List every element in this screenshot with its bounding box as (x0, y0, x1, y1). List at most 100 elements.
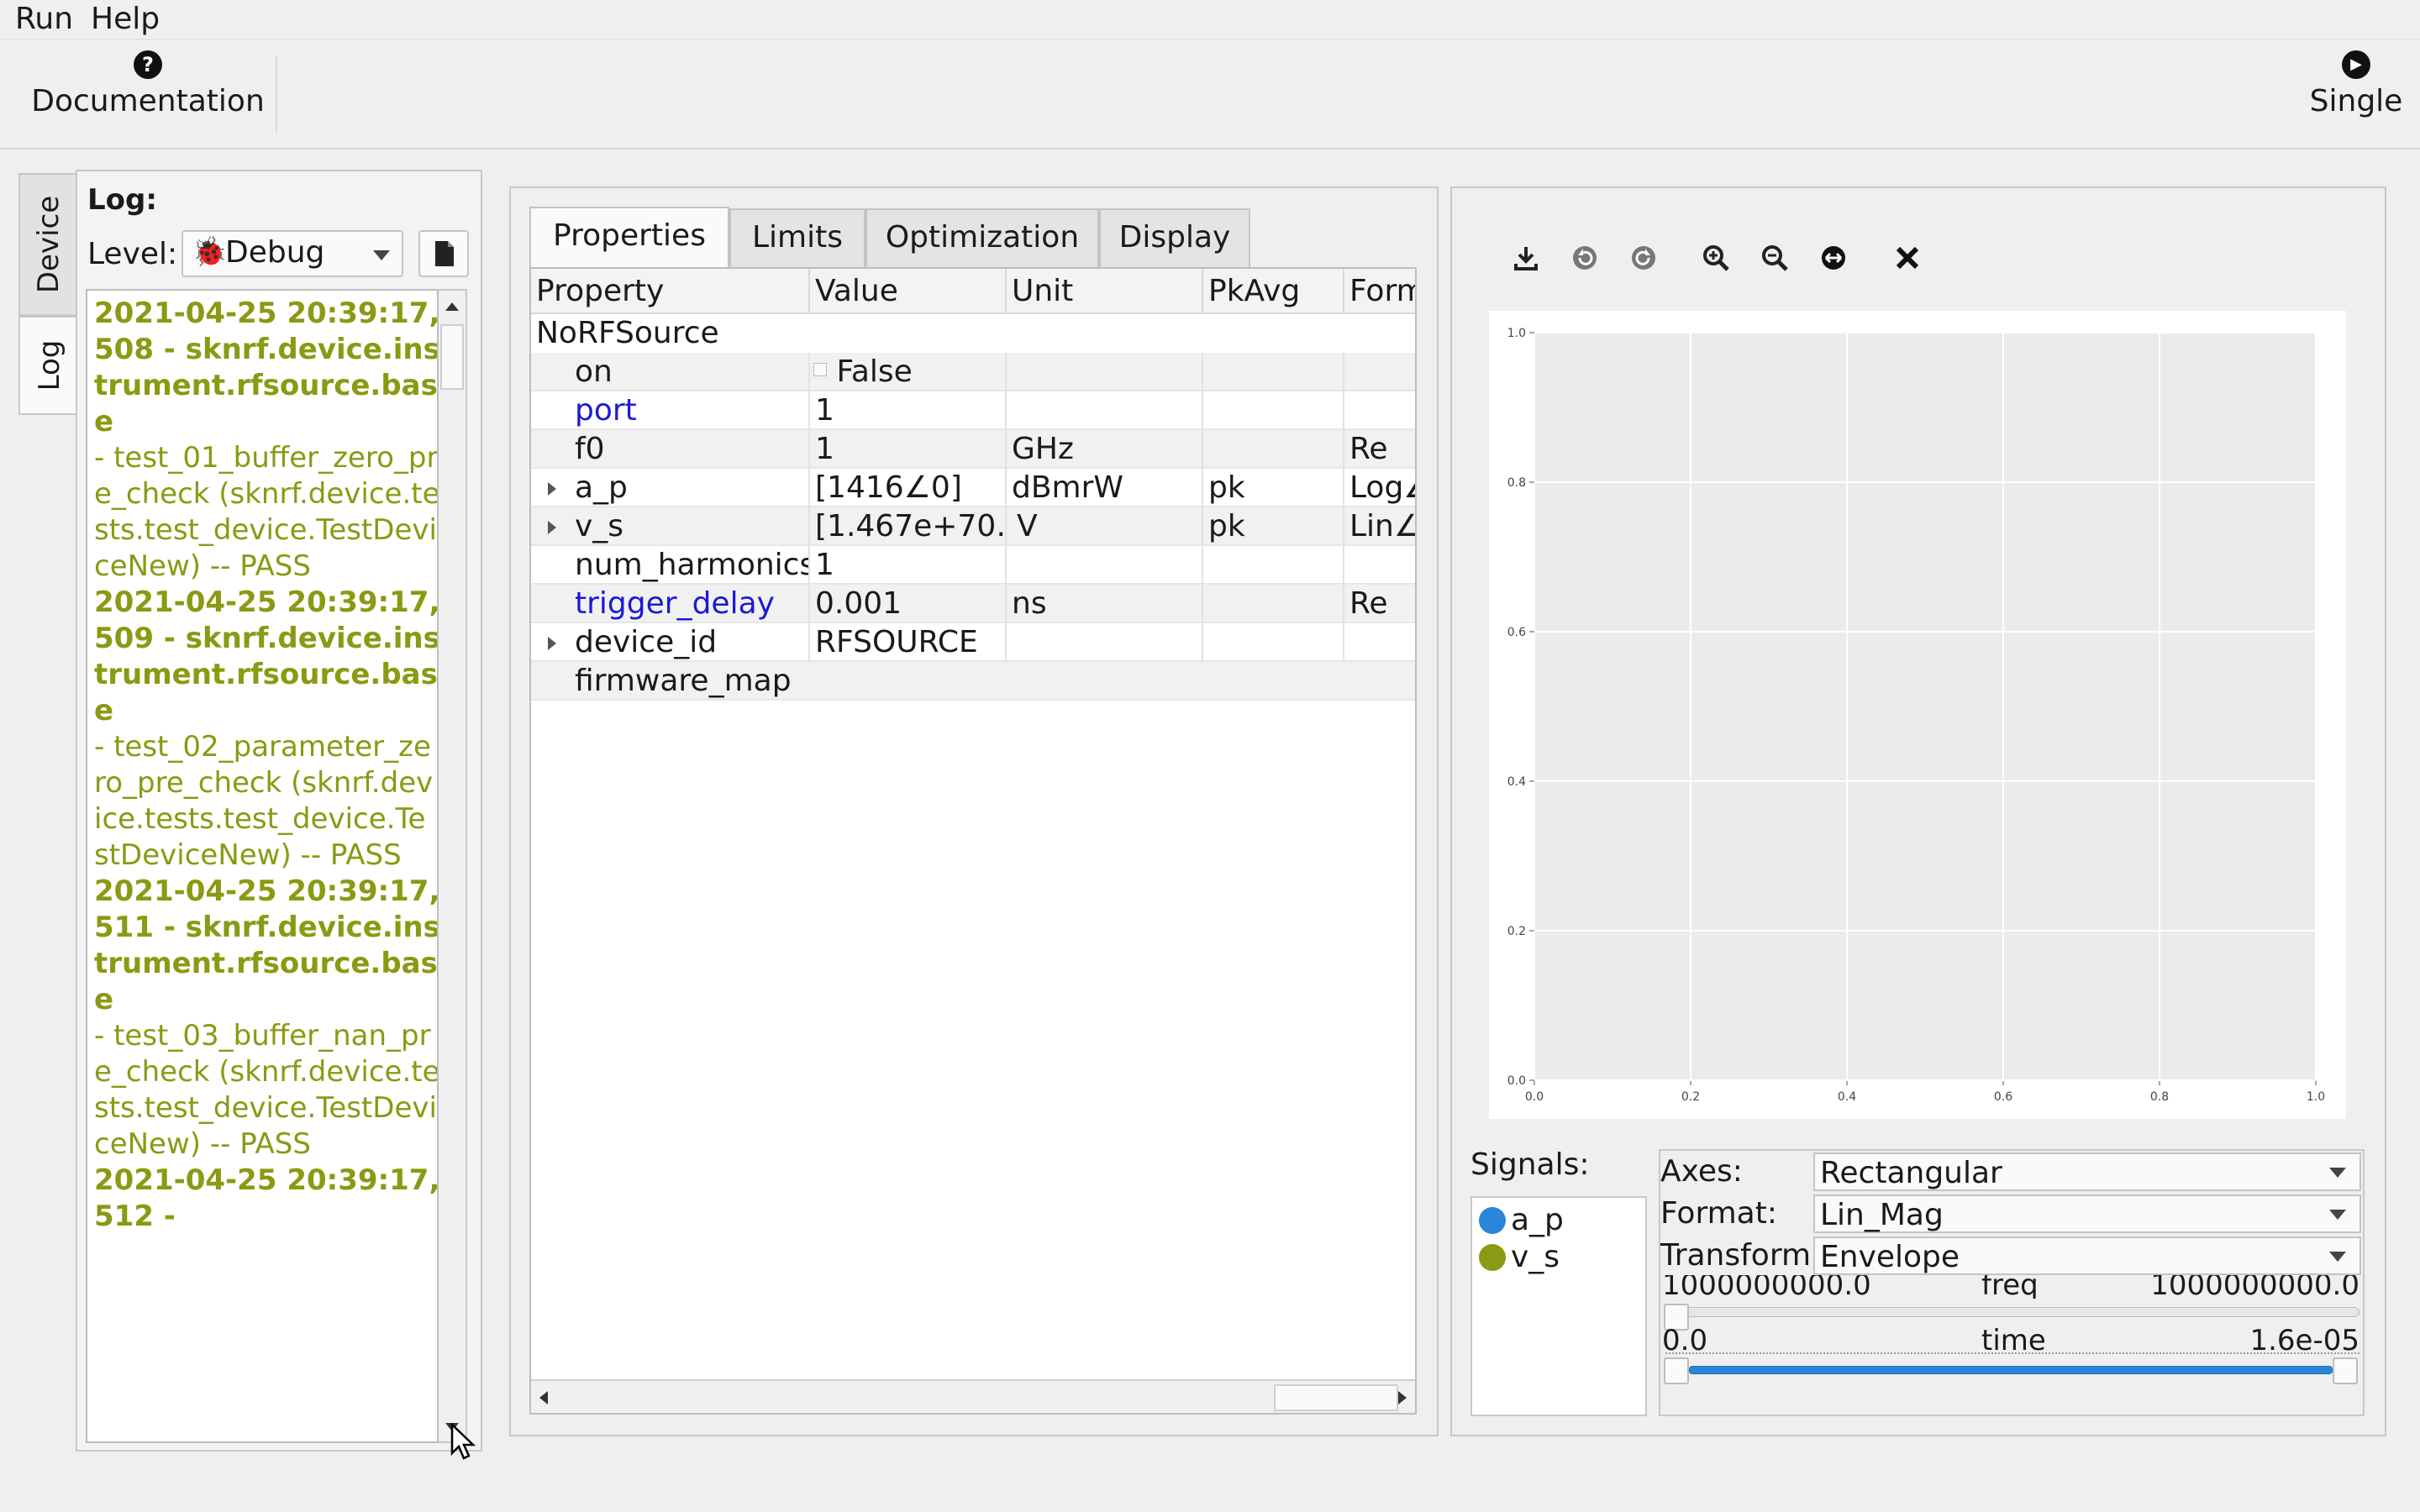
tab-log[interactable]: Log (18, 316, 79, 415)
x-tick-label: 1.0 (2307, 1090, 2325, 1104)
signal-item-a-p[interactable]: a_p (1479, 1203, 1564, 1237)
file-icon (435, 241, 454, 266)
signals-label: Signals: (1470, 1147, 1590, 1182)
x-tick-label: 0.4 (1838, 1090, 1856, 1104)
save-log-button[interactable] (418, 230, 469, 277)
column-header-pkavg[interactable]: PkAvg (1203, 269, 1344, 314)
time-slider-labels: 0.0 time 1.6e-05 (1660, 1322, 2363, 1356)
freq-min: 1000000000.0 (1662, 1275, 1871, 1299)
redo-icon[interactable] (1627, 244, 1660, 280)
level-value: Debug (225, 235, 325, 270)
chevron-down-icon (2329, 1168, 2346, 1178)
signal-color-dot (1479, 1207, 1506, 1234)
y-tick-label: 0.8 (1507, 476, 1526, 490)
freq-slider[interactable] (1665, 1307, 2360, 1317)
transform-select[interactable]: Envelope (1813, 1236, 2361, 1275)
plot-background (1534, 333, 2316, 1080)
help-icon: ? (134, 50, 162, 79)
column-header-format[interactable]: Form (1344, 269, 1415, 314)
y-tick-label: 0.0 (1507, 1074, 1526, 1088)
tab-optimization[interactable]: Optimization (865, 208, 1099, 269)
tab-limits[interactable]: Limits (729, 208, 865, 269)
documentation-button[interactable]: ? Documentation (25, 50, 271, 118)
list-item: 2021-04-25 20:39:17,511 - sknrf.device.i… (94, 874, 439, 1161)
chevron-down-icon (2329, 1252, 2346, 1262)
menu-help[interactable]: Help (91, 2, 160, 36)
plot-area[interactable]: 0.0 0.2 0.4 0.6 0.8 1.0 0.0 0.2 0.4 0.6 0.8 1.0 (1489, 311, 2346, 1119)
table-row[interactable]: f0 1 GHz Re (531, 430, 1415, 469)
pan-icon[interactable] (1817, 244, 1850, 280)
table-row[interactable]: firmware_map (531, 662, 1415, 701)
axes-label: Axes: (1660, 1154, 1743, 1189)
signals-list[interactable]: a_p v_s (1470, 1196, 1647, 1416)
undo-icon[interactable] (1568, 244, 1602, 280)
column-header-value[interactable]: Value (810, 269, 1007, 314)
tab-properties[interactable]: Properties (529, 207, 729, 270)
freq-label: freq (1981, 1275, 2039, 1299)
scroll-left-icon[interactable] (539, 1391, 548, 1404)
y-tick-label: 0.2 (1507, 925, 1526, 938)
log-scrollbar[interactable] (439, 289, 467, 1443)
time-label: time (1981, 1324, 2046, 1356)
table-row[interactable]: on False (531, 353, 1415, 391)
zoom-in-icon[interactable] (1699, 244, 1733, 280)
x-tick-label: 0.2 (1681, 1090, 1700, 1104)
column-header-property[interactable]: Property (531, 269, 810, 314)
freq-slider-labels: 1000000000.0 freq 1000000000.0 (1660, 1275, 2363, 1299)
scroll-thumb[interactable] (1274, 1384, 1398, 1411)
log-list[interactable]: 2021-04-25 20:39:17,508 - sknrf.device.i… (86, 289, 439, 1443)
level-select[interactable]: 🐞 Debug (182, 230, 403, 277)
log-title: Log: (87, 183, 157, 217)
x-tick-label: 0.8 (2150, 1090, 2169, 1104)
y-tick-label: 0.4 (1507, 775, 1526, 789)
tab-display[interactable]: Display (1099, 208, 1250, 269)
scroll-right-icon[interactable] (1398, 1391, 1407, 1404)
single-button[interactable]: ▶ Single (2297, 50, 2415, 118)
chevron-down-icon (2329, 1210, 2346, 1220)
time-max: 1.6e-05 (2249, 1324, 2360, 1356)
x-tick-label: 0.6 (1994, 1090, 2012, 1104)
table-row[interactable]: device_id RFSOURCE (531, 623, 1415, 662)
time-slider-handle-min[interactable] (1664, 1357, 1689, 1384)
format-label: Format: (1660, 1196, 1777, 1231)
list-item: 2021-04-25 20:39:17,509 - sknrf.device.i… (94, 585, 439, 872)
transform-label: Transform: (1660, 1238, 1822, 1273)
list-item: 2021-04-25 20:39:17,508 - sknrf.device.i… (94, 297, 439, 583)
property-table[interactable]: Property Value Unit PkAvg Form NoRFSourc… (529, 267, 1417, 1415)
table-row[interactable]: trigger_delay 0.001 ns Re (531, 585, 1415, 623)
y-tick-label: 1.0 (1507, 327, 1526, 340)
chart[interactable]: 0.0 0.2 0.4 0.6 0.8 1.0 0.0 0.2 0.4 0.6 0.8 1.0 (1489, 311, 2346, 1119)
column-header-unit[interactable]: Unit (1007, 269, 1203, 314)
signal-item-v-s[interactable]: v_s (1479, 1240, 1560, 1274)
axes-select[interactable]: Rectangular (1813, 1152, 2361, 1191)
menu-run[interactable]: Run (15, 2, 73, 36)
zoom-out-icon[interactable] (1758, 244, 1791, 280)
play-icon: ▶ (2342, 50, 2370, 79)
toolbar-separator (276, 55, 277, 133)
table-row[interactable]: a_p [1416∠0] dBmrW pk Log∠ (531, 469, 1415, 507)
level-label: Level: (87, 237, 178, 271)
time-slider-handle-max[interactable] (2333, 1357, 2358, 1384)
x-tick-label: 0.0 (1525, 1090, 1544, 1104)
bug-icon: 🐞 (192, 235, 228, 269)
table-horizontal-scrollbar[interactable] (531, 1379, 1415, 1413)
checkbox[interactable] (813, 363, 827, 376)
format-select[interactable]: Lin_Mag (1813, 1194, 2361, 1233)
time-slider-ticks (1665, 1352, 2360, 1357)
main-toolbar: ? Documentation ▶ Single (0, 39, 2420, 150)
tab-device[interactable]: Device (18, 173, 79, 316)
scroll-up-icon[interactable] (445, 302, 459, 311)
clear-icon[interactable] (1891, 244, 1924, 280)
freq-max: 1000000000.0 (2150, 1275, 2360, 1299)
signal-color-dot (1479, 1244, 1506, 1271)
download-icon[interactable] (1509, 244, 1543, 280)
cursor-icon (450, 1423, 476, 1460)
time-slider-range[interactable] (1689, 1366, 2333, 1374)
scroll-thumb[interactable] (440, 324, 464, 390)
table-row[interactable]: v_s [1.467e+70… V pk Lin∠ (531, 507, 1415, 546)
documentation-label: Documentation (31, 84, 265, 118)
single-label: Single (2309, 84, 2403, 118)
table-group-row[interactable]: NoRFSource (531, 314, 1415, 353)
table-row[interactable]: num_harmonics 1 (531, 546, 1415, 585)
table-row[interactable]: port 1 (531, 391, 1415, 430)
